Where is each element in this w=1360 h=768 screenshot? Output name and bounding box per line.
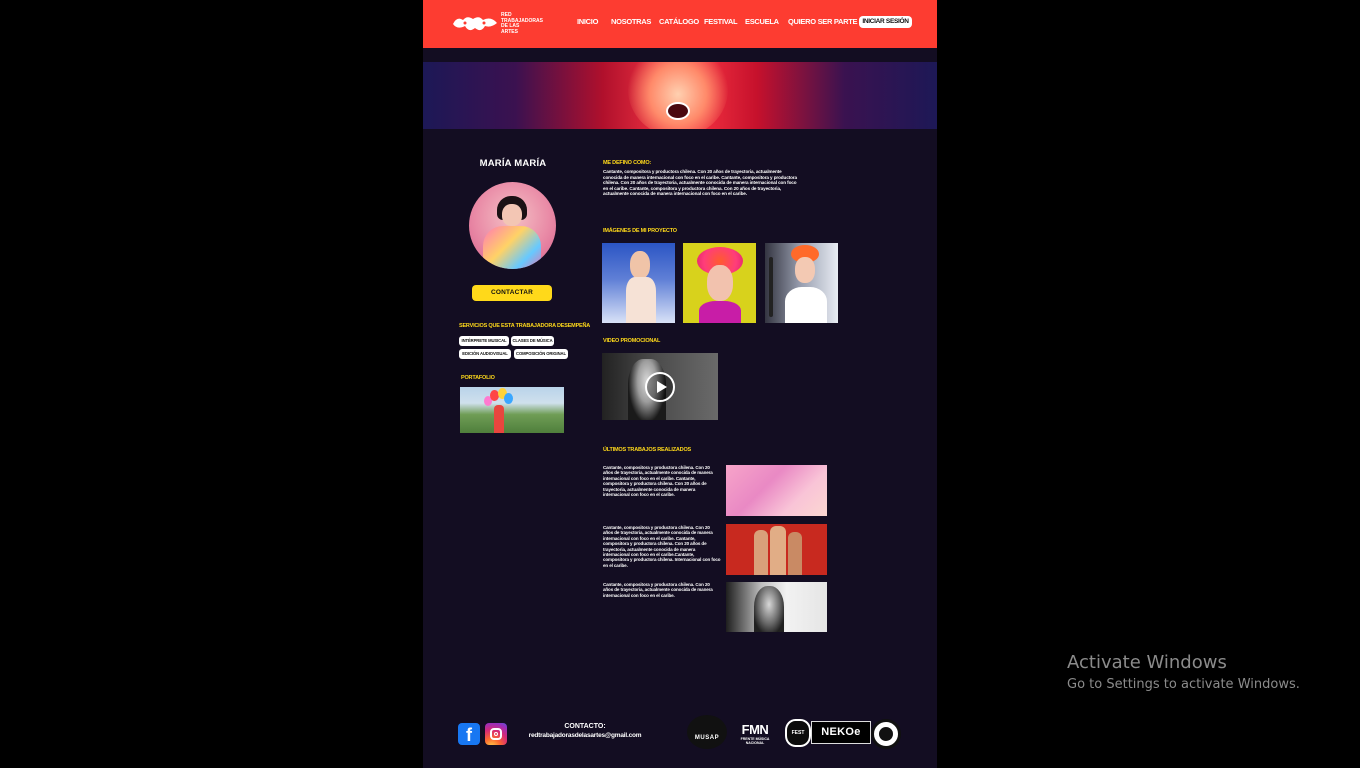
image-face xyxy=(707,265,733,301)
project-image[interactable] xyxy=(602,243,675,323)
facebook-icon[interactable]: f xyxy=(458,723,480,745)
play-triangle xyxy=(657,381,667,393)
work-image[interactable] xyxy=(726,524,827,575)
nav-escuela[interactable]: ESCUELA xyxy=(745,17,779,27)
service-chip[interactable]: CLASES DE MÚSICA xyxy=(511,336,554,346)
logo-mark-icon xyxy=(453,17,497,31)
nav-festival[interactable]: FESTIVAL xyxy=(704,17,738,27)
balloon xyxy=(504,393,513,404)
fmn-label: FMN xyxy=(741,722,769,737)
project-image[interactable] xyxy=(683,243,756,323)
define-title: ME DEFINO COMO: xyxy=(603,160,652,166)
define-text: Cantante, compositora y productora chile… xyxy=(603,169,797,197)
work-image[interactable] xyxy=(726,582,827,632)
work-figure xyxy=(754,530,768,575)
windows-activation-title: Activate Windows xyxy=(1067,652,1227,673)
work-figure xyxy=(754,586,784,632)
profile-page: RED TRABAJADORAS DE LAS ARTES INICIO NOS… xyxy=(423,0,937,768)
image-face xyxy=(795,257,815,283)
site-header: RED TRABAJADORAS DE LAS ARTES INICIO NOS… xyxy=(423,0,937,48)
windows-activation-subtitle: Go to Settings to activate Windows. xyxy=(1067,677,1300,692)
nav-inicio[interactable]: INICIO xyxy=(577,17,598,27)
avatar-body xyxy=(483,226,541,269)
sponsor-fest-logo[interactable]: FEST xyxy=(785,719,811,747)
nav-catalogo[interactable]: CATÁLOGO xyxy=(659,17,699,27)
sponsor-badge-logo[interactable] xyxy=(871,719,901,749)
image-figure-head xyxy=(630,251,650,279)
video-title: VIDEO PROMOCIONAL xyxy=(603,338,661,344)
image-figure-body xyxy=(785,287,827,323)
footer-email-link[interactable]: redtrabajadorasdelasartes@gmail.com xyxy=(525,732,645,739)
services-title: SERVICIOS QUE ESTA TRABAJADORA DESEMPEÑA xyxy=(459,323,591,329)
contact-button[interactable]: CONTACTAR xyxy=(472,285,552,301)
badge-inner xyxy=(879,727,893,741)
service-chip[interactable]: INTÉRPRETE MUSICAL xyxy=(459,336,509,346)
instagram-dot xyxy=(494,732,498,736)
work-description: Cantante, compositora y productora chile… xyxy=(603,465,713,498)
work-image[interactable] xyxy=(726,465,827,516)
artist-name: MARÍA MARÍA xyxy=(479,158,547,169)
images-title: IMÁGENES DE MI PROYECTO xyxy=(603,228,677,234)
site-footer: f CONTACTO: redtrabajadorasdelasartes@gm… xyxy=(423,715,937,755)
play-icon[interactable] xyxy=(645,372,675,402)
footer-contact-label: CONTACTO: xyxy=(564,723,606,730)
instagram-icon[interactable] xyxy=(485,723,507,745)
avatar xyxy=(469,182,556,269)
service-chip[interactable]: EDICIÓN AUDIOVISUAL xyxy=(459,349,511,359)
image-figure-body xyxy=(626,277,656,323)
sponsor-nekoe-logo[interactable]: NEKOe xyxy=(811,721,871,744)
sponsor-musap-logo[interactable]: MUSAP xyxy=(687,715,727,749)
work-figure xyxy=(788,532,802,575)
portfolio-image[interactable] xyxy=(460,387,564,433)
avatar-face xyxy=(502,204,522,226)
portfolio-figure xyxy=(494,405,504,433)
work-figure xyxy=(770,526,786,575)
works-title: ÚLTIMOS TRABAJOS REALIZADOS xyxy=(603,447,691,453)
nav-nosotras[interactable]: NOSOTRAS xyxy=(611,17,651,27)
image-figure-body xyxy=(699,301,741,323)
banner-mouth xyxy=(666,102,690,120)
site-logo[interactable]: RED TRABAJADORAS DE LAS ARTES xyxy=(451,12,543,36)
image-mic-stand xyxy=(769,257,773,317)
portfolio-title: PORTAFOLIO xyxy=(461,375,495,381)
hero-banner xyxy=(423,62,937,129)
sponsor-fmn-logo[interactable]: FMN FRENTE MÚSICA NACIONAL xyxy=(733,722,777,746)
logo-text: RED TRABAJADORAS DE LAS ARTES xyxy=(501,12,543,35)
fmn-sub-label: FRENTE MÚSICA NACIONAL xyxy=(740,737,770,745)
work-description: Cantante, compositora y productora chile… xyxy=(603,525,721,568)
work-description: Cantante, compositora y productora chile… xyxy=(603,582,713,598)
nav-quiero-ser-parte[interactable]: QUIERO SER PARTE xyxy=(788,17,858,27)
project-image[interactable] xyxy=(765,243,838,323)
login-button[interactable]: INICIAR SESIÓN xyxy=(859,16,912,28)
service-chip[interactable]: COMPOSICIÓN ORIGINAL xyxy=(514,349,568,359)
promo-video[interactable] xyxy=(602,353,718,420)
